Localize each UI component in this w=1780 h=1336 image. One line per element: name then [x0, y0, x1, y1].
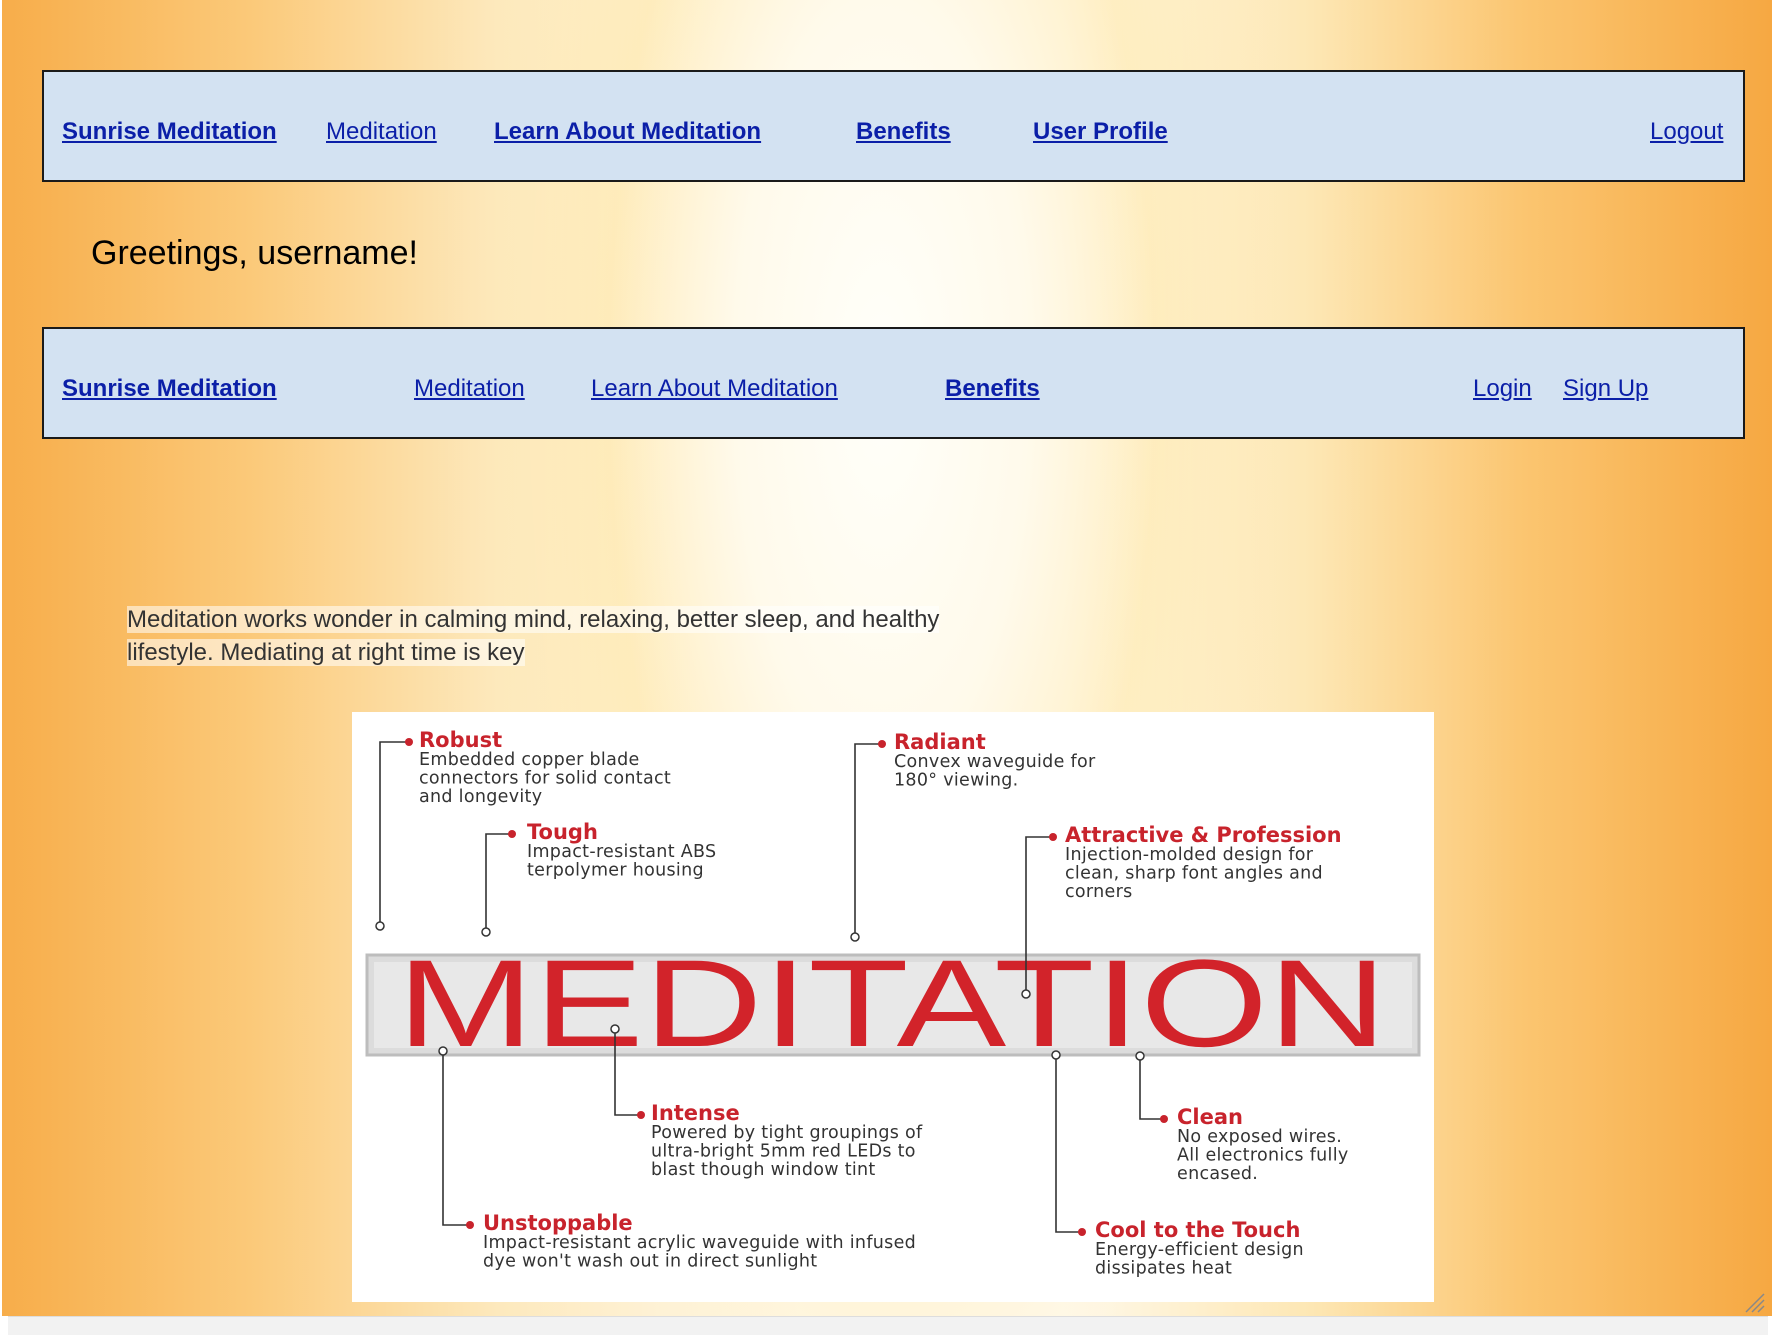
callout-desc-attractive: corners [1065, 882, 1133, 902]
nav-user-profile-link[interactable]: User Profile [1033, 118, 1168, 146]
nav-login-link[interactable]: Login [1473, 375, 1532, 403]
resize-grip-icon[interactable] [1742, 1290, 1766, 1314]
callout-desc-intense: blast though window tint [651, 1160, 876, 1180]
leader-line-robust [379, 741, 409, 926]
nav-benefits-link[interactable]: Benefits [945, 375, 1040, 403]
leader-endpoint-intense [610, 1024, 620, 1034]
callout-desc-radiant: 180° viewing. [894, 771, 1019, 791]
leader-dot-unstoppable [466, 1221, 474, 1229]
leader-line-radiant [854, 743, 882, 937]
window-bottom-edge [8, 1316, 1768, 1335]
callout-desc-radiant: Convex waveguide for [894, 752, 1096, 772]
callout-desc-intense: ultra-bright 5mm red LEDs to [651, 1142, 916, 1162]
leader-line-tough [485, 833, 512, 932]
nav-brand-link[interactable]: Sunrise Meditation [62, 118, 277, 146]
nav-learn-link[interactable]: Learn About Meditation [494, 118, 761, 146]
infographic-svg: MEDITATION RobustEmbedded copper bladeco… [365, 728, 1421, 1279]
sign-word: MEDITATION [397, 935, 1387, 1073]
nav-benefits-link[interactable]: Benefits [856, 118, 951, 146]
leader-endpoint-tough [481, 927, 491, 937]
callout-desc-intense: Powered by tight groupings of [651, 1123, 923, 1143]
callout-title-attractive: Attractive & Profession [1065, 823, 1342, 847]
nav-meditation-link[interactable]: Meditation [326, 118, 437, 146]
leader-endpoint-robust [375, 921, 385, 931]
nav-brand-link[interactable]: Sunrise Meditation [62, 375, 277, 403]
callout-desc-unstoppable: dye won't wash out in direct sunlight [483, 1252, 817, 1272]
guest-navbar: Sunrise Meditation Meditation Learn Abou… [42, 327, 1745, 439]
callout-desc-clean: All electronics fully [1177, 1146, 1349, 1166]
callout-desc-attractive: Injection-molded design for [1065, 845, 1314, 865]
leader-endpoint-cool-touch [1051, 1050, 1061, 1060]
leader-line-cool-touch [1055, 1055, 1082, 1233]
intro-paragraph: Meditation works wonder in calming mind,… [127, 603, 1027, 669]
nav-signup-link[interactable]: Sign Up [1563, 375, 1648, 403]
nav-logout-link[interactable]: Logout [1650, 118, 1723, 146]
nav-learn-link[interactable]: Learn About Meditation [591, 375, 838, 403]
callout-title-robust: Robust [419, 728, 502, 752]
leader-line-unstoppable [442, 1051, 470, 1226]
leader-endpoint-clean [1135, 1051, 1145, 1061]
callout-title-cool-touch: Cool to the Touch [1095, 1218, 1300, 1242]
callout-title-unstoppable: Unstoppable [483, 1211, 633, 1235]
callout-desc-robust: Embedded copper blade [419, 750, 640, 770]
leader-dot-tough [508, 830, 516, 838]
leader-dot-clean [1160, 1115, 1168, 1123]
leader-dot-attractive [1049, 833, 1057, 841]
intro-line-2: lifestyle. Mediating at right time is ke… [127, 639, 525, 666]
callout-desc-cool-touch: dissipates heat [1095, 1259, 1232, 1279]
leader-dot-radiant [878, 740, 886, 748]
meditation-infographic: MEDITATION Robust Embedded copper blade co… [352, 712, 1434, 1302]
page-background: Sunrise Meditation Meditation Learn Abou… [2, 0, 1772, 1316]
leader-endpoint-attractive [1021, 989, 1031, 999]
greeting-heading: Greetings, username! [91, 234, 418, 272]
leader-dot-cool-touch [1078, 1228, 1086, 1236]
nav-meditation-link[interactable]: Meditation [414, 375, 525, 403]
callout-desc-tough: Impact-resistant ABS [527, 842, 716, 862]
callout-desc-robust: and longevity [419, 787, 542, 807]
callout-desc-robust: connectors for solid contact [419, 769, 671, 789]
callout-desc-clean: encased. [1177, 1164, 1258, 1184]
callout-title-intense: Intense [651, 1101, 740, 1125]
callout-title-clean: Clean [1177, 1105, 1243, 1129]
callout-desc-unstoppable: Impact-resistant acrylic waveguide with … [483, 1233, 916, 1253]
callout-desc-attractive: clean, sharp font angles and [1065, 864, 1323, 884]
callout-desc-cool-touch: Energy-efficient design [1095, 1240, 1304, 1260]
leader-dot-robust [405, 738, 413, 746]
intro-line-1: Meditation works wonder in calming mind,… [127, 606, 940, 633]
leader-endpoint-unstoppable [438, 1046, 448, 1056]
callout-desc-tough: terpolymer housing [527, 861, 704, 881]
leader-endpoint-radiant [850, 932, 860, 942]
callout-title-tough: Tough [527, 820, 598, 844]
leader-dot-intense [637, 1111, 645, 1119]
callout-title-radiant: Radiant [894, 730, 986, 754]
top-navbar: Sunrise Meditation Meditation Learn Abou… [42, 70, 1745, 182]
callout-desc-clean: No exposed wires. [1177, 1127, 1342, 1147]
